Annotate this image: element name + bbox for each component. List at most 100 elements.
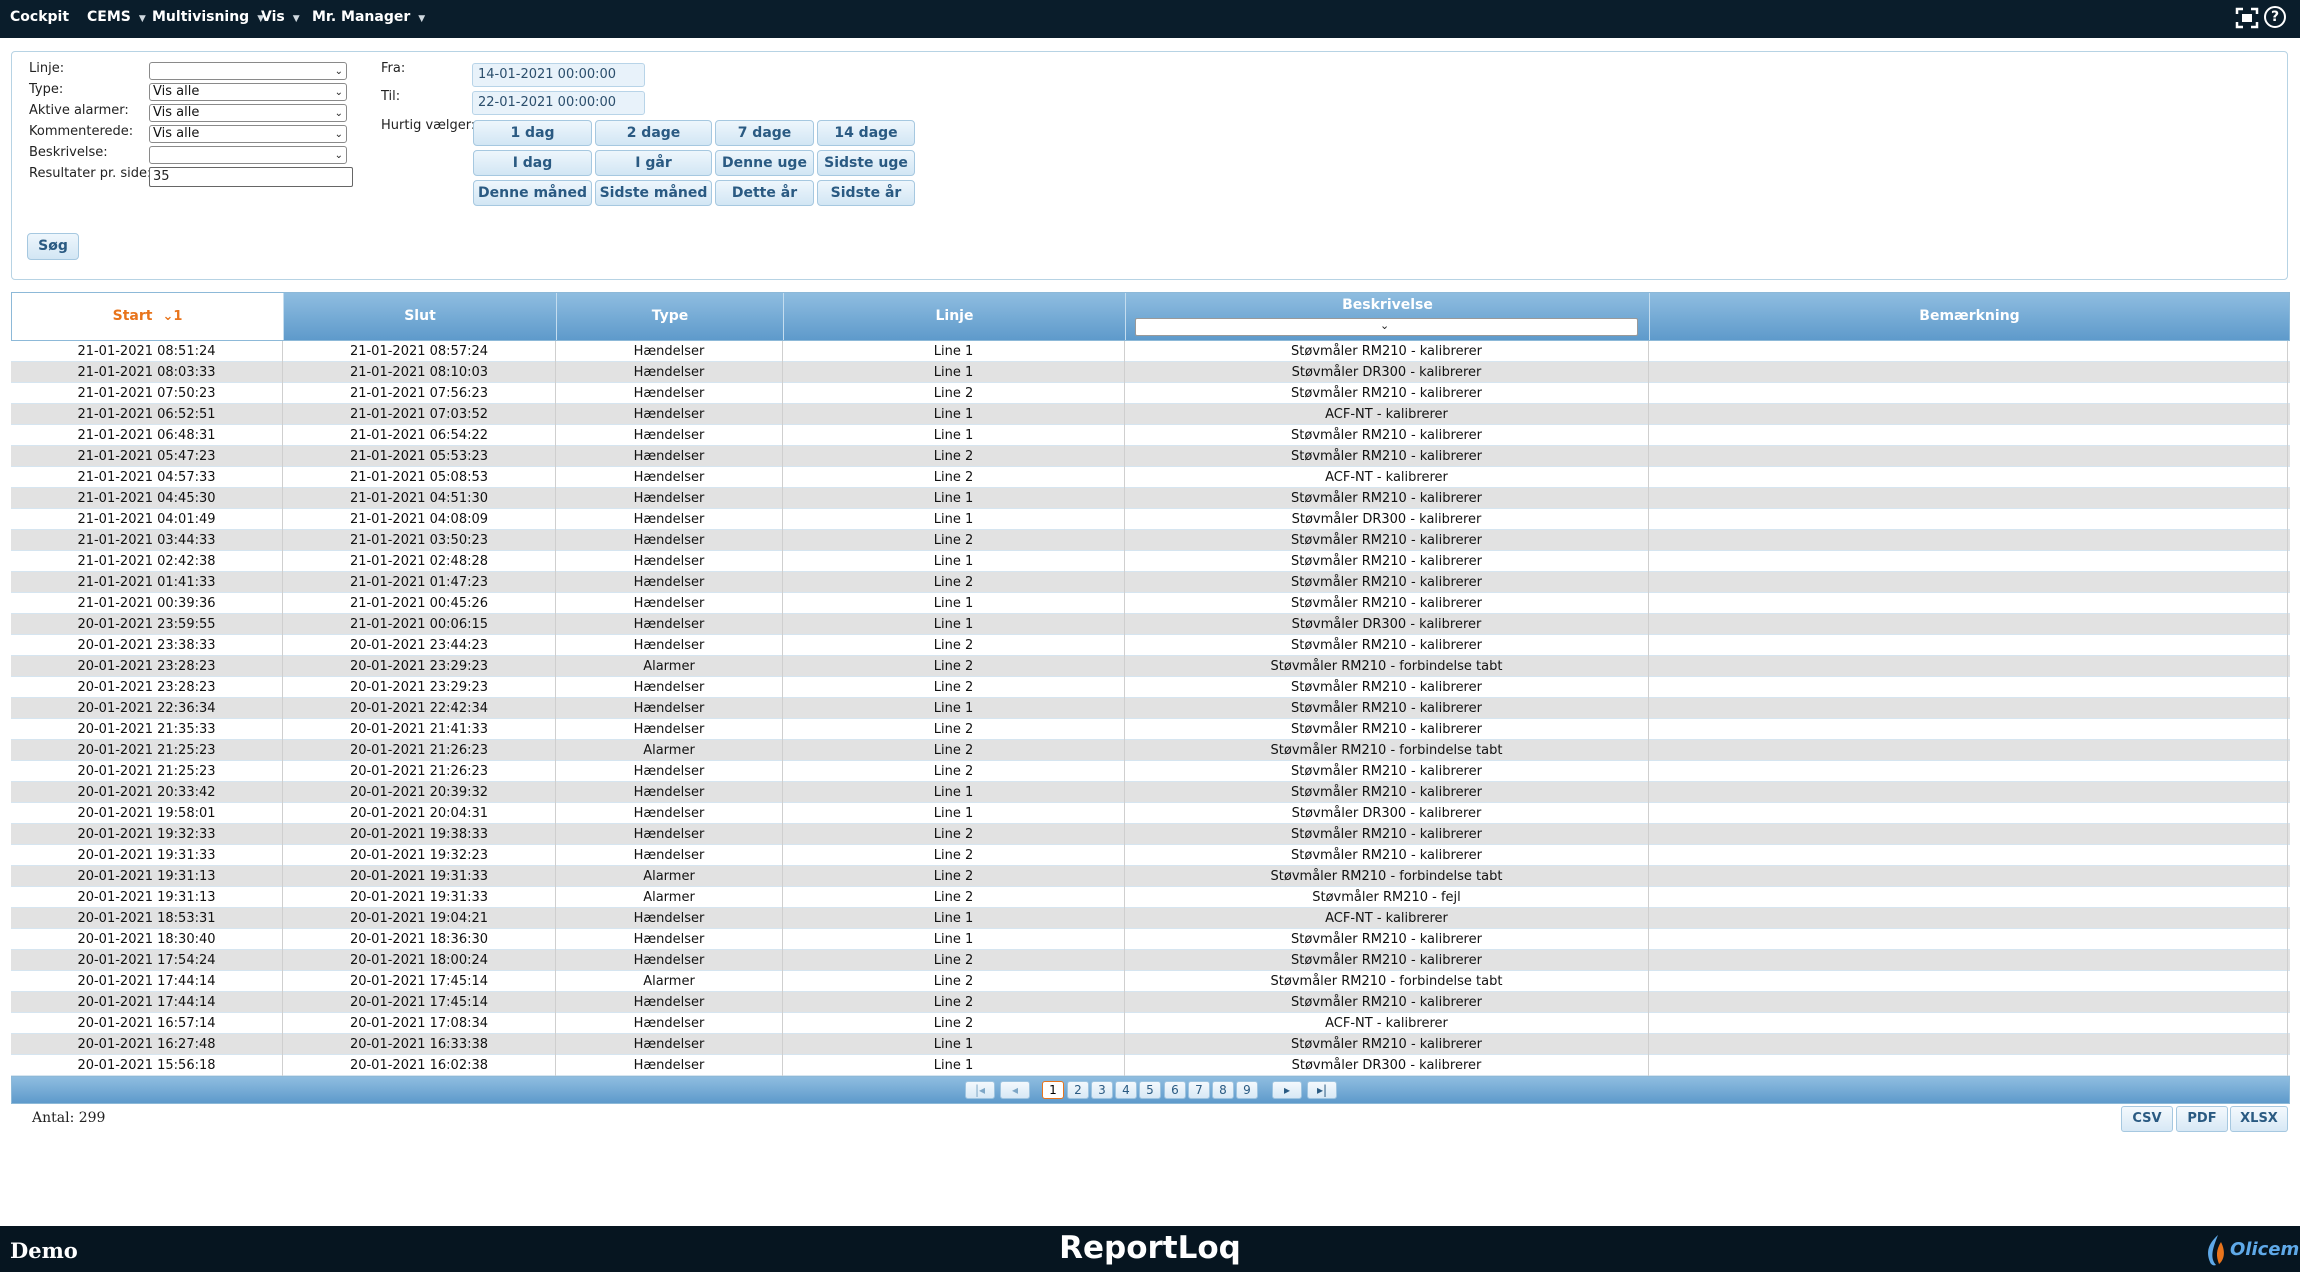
quick-14-days-button[interactable]: 14 dage xyxy=(817,120,915,146)
table-row[interactable]: 21-01-2021 02:42:38 21-01-2021 02:48:28 Hæ… xyxy=(11,551,2290,572)
quick-7-days-button[interactable]: 7 dage xyxy=(715,120,814,146)
table-row[interactable]: 21-01-2021 06:52:51 21-01-2021 07:03:52 Hæ… xyxy=(11,404,2290,425)
nav-menu-vis[interactable]: Vis ▼ xyxy=(261,0,300,38)
table-row[interactable]: 21-01-2021 04:45:30 21-01-2021 04:51:30 Hæ… xyxy=(11,488,2290,509)
cell-end: 21-01-2021 05:53:23 xyxy=(283,446,556,467)
pager-prev-button[interactable]: ◂ xyxy=(1000,1081,1030,1099)
table-row[interactable]: 20-01-2021 21:25:23 20-01-2021 21:26:23 Al… xyxy=(11,740,2290,761)
description-filter-label: Beskrivelse: xyxy=(29,145,108,160)
line-select[interactable]: ⌄ xyxy=(149,62,347,80)
chevron-down-icon: ⌄ xyxy=(334,129,343,140)
commented-select[interactable]: Vis alle ⌄ xyxy=(149,125,347,143)
table-row[interactable]: 20-01-2021 17:54:24 20-01-2021 18:00:24 Hæ… xyxy=(11,950,2290,971)
table-row[interactable]: 21-01-2021 04:57:33 21-01-2021 05:08:53 Hæ… xyxy=(11,467,2290,488)
table-row[interactable]: 21-01-2021 05:47:23 21-01-2021 05:53:23 Hæ… xyxy=(11,446,2290,467)
export-pdf-button[interactable]: PDF xyxy=(2176,1106,2228,1132)
table-row[interactable]: 21-01-2021 07:50:23 21-01-2021 07:56:23 Hæ… xyxy=(11,383,2290,404)
pager-first-button[interactable]: |◂ xyxy=(965,1081,995,1099)
pager-page-3[interactable]: 3 xyxy=(1091,1081,1113,1099)
nav-menu-multivisning[interactable]: Multivisning ▼ xyxy=(152,0,264,38)
table-row[interactable]: 21-01-2021 08:51:24 21-01-2021 08:57:24 Hæ… xyxy=(11,341,2290,362)
column-header-remark[interactable]: Bemærkning xyxy=(1650,293,2289,340)
cell-remark xyxy=(1649,971,2288,992)
table-row[interactable]: 21-01-2021 08:03:33 21-01-2021 08:10:03 Hæ… xyxy=(11,362,2290,383)
quick-this-month-button[interactable]: Denne måned xyxy=(473,180,592,206)
column-header-end[interactable]: Slut xyxy=(284,293,557,340)
table-row[interactable]: 20-01-2021 23:28:23 20-01-2021 23:29:23 Al… xyxy=(11,656,2290,677)
table-row[interactable]: 20-01-2021 19:31:33 20-01-2021 19:32:23 Hæ… xyxy=(11,845,2290,866)
cell-line: Line 1 xyxy=(783,425,1125,446)
nav-menu-user[interactable]: Mr. Manager ▼ xyxy=(312,0,425,38)
table-row[interactable]: 20-01-2021 22:36:34 20-01-2021 22:42:34 Hæ… xyxy=(11,698,2290,719)
table-row[interactable]: 21-01-2021 06:48:31 21-01-2021 06:54:22 Hæ… xyxy=(11,425,2290,446)
pager-page-5[interactable]: 5 xyxy=(1139,1081,1161,1099)
quick-last-year-button[interactable]: Sidste år xyxy=(817,180,915,206)
table-row[interactable]: 21-01-2021 04:01:49 21-01-2021 04:08:09 Hæ… xyxy=(11,509,2290,530)
nav-menu-cems[interactable]: CEMS ▼ xyxy=(87,0,146,38)
export-csv-button[interactable]: CSV xyxy=(2121,1106,2173,1132)
pager-page-7[interactable]: 7 xyxy=(1188,1081,1210,1099)
cell-description: Støvmåler RM210 - kalibrerer xyxy=(1125,824,1649,845)
pager-page-6[interactable]: 6 xyxy=(1164,1081,1186,1099)
table-row[interactable]: 21-01-2021 01:41:33 21-01-2021 01:47:23 Hæ… xyxy=(11,572,2290,593)
pager-page-8[interactable]: 8 xyxy=(1212,1081,1234,1099)
pager-next-button[interactable]: ▸ xyxy=(1272,1081,1302,1099)
table-row[interactable]: 20-01-2021 23:28:23 20-01-2021 23:29:23 Hæ… xyxy=(11,677,2290,698)
pager-page-9[interactable]: 9 xyxy=(1236,1081,1258,1099)
active-alarms-value: Vis alle xyxy=(153,105,200,120)
table-row[interactable]: 20-01-2021 19:32:33 20-01-2021 19:38:33 Hæ… xyxy=(11,824,2290,845)
table-row[interactable]: 20-01-2021 15:56:18 20-01-2021 16:02:38 Hæ… xyxy=(11,1055,2290,1076)
table-row[interactable]: 20-01-2021 19:58:01 20-01-2021 20:04:31 Hæ… xyxy=(11,803,2290,824)
cell-remark xyxy=(1649,866,2288,887)
cell-line: Line 2 xyxy=(783,845,1125,866)
table-row[interactable]: 20-01-2021 21:35:33 20-01-2021 21:41:33 Hæ… xyxy=(11,719,2290,740)
type-select[interactable]: Vis alle ⌄ xyxy=(149,83,347,101)
results-per-page-input[interactable]: 35 xyxy=(149,167,353,187)
cell-description: ACF-NT - kalibrerer xyxy=(1125,908,1649,929)
quick-1-day-button[interactable]: 1 dag xyxy=(473,120,592,146)
table-row[interactable]: 21-01-2021 03:44:33 21-01-2021 03:50:23 Hæ… xyxy=(11,530,2290,551)
active-alarms-label: Aktive alarmer: xyxy=(29,103,129,118)
export-xlsx-button[interactable]: XLSX xyxy=(2230,1106,2288,1132)
quick-this-week-button[interactable]: Denne uge xyxy=(715,150,814,176)
search-button[interactable]: Søg xyxy=(27,233,79,260)
column-header-start[interactable]: Start ⌄1 xyxy=(12,293,284,340)
table-row[interactable]: 20-01-2021 16:57:14 20-01-2021 17:08:34 Hæ… xyxy=(11,1013,2290,1034)
pager-page-1[interactable]: 1 xyxy=(1042,1081,1064,1099)
table-row[interactable]: 20-01-2021 17:44:14 20-01-2021 17:45:14 Hæ… xyxy=(11,992,2290,1013)
to-date-field[interactable]: 22-01-2021 00:00:00 xyxy=(472,91,645,115)
chevron-down-icon: ⌄ xyxy=(334,66,343,77)
quick-last-month-button[interactable]: Sidste måned xyxy=(595,180,712,206)
pager-page-2[interactable]: 2 xyxy=(1067,1081,1089,1099)
type-filter-label: Type: xyxy=(29,82,64,97)
from-date-field[interactable]: 14-01-2021 00:00:00 xyxy=(472,63,645,87)
quick-2-days-button[interactable]: 2 dage xyxy=(595,120,712,146)
table-row[interactable]: 20-01-2021 18:30:40 20-01-2021 18:36:30 Hæ… xyxy=(11,929,2290,950)
nav-brand-cockpit[interactable]: Cockpit xyxy=(10,0,69,38)
quick-yesterday-button[interactable]: I går xyxy=(595,150,712,176)
pager-last-button[interactable]: ▸| xyxy=(1307,1081,1337,1099)
quick-today-button[interactable]: I dag xyxy=(473,150,592,176)
table-row[interactable]: 20-01-2021 20:33:42 20-01-2021 20:39:32 Hæ… xyxy=(11,782,2290,803)
help-icon[interactable]: ? xyxy=(2264,6,2286,28)
quick-this-year-button[interactable]: Dette år xyxy=(715,180,814,206)
table-row[interactable]: 20-01-2021 23:59:55 21-01-2021 00:06:15 Hæ… xyxy=(11,614,2290,635)
active-alarms-select[interactable]: Vis alle ⌄ xyxy=(149,104,347,122)
table-row[interactable]: 20-01-2021 21:25:23 20-01-2021 21:26:23 Hæ… xyxy=(11,761,2290,782)
description-select[interactable]: ⌄ xyxy=(149,146,347,164)
table-row[interactable]: 20-01-2021 23:38:33 20-01-2021 23:44:23 Hæ… xyxy=(11,635,2290,656)
table-row[interactable]: 20-01-2021 19:31:13 20-01-2021 19:31:33 Al… xyxy=(11,866,2290,887)
table-row[interactable]: 20-01-2021 19:31:13 20-01-2021 19:31:33 Al… xyxy=(11,887,2290,908)
table-row[interactable]: 20-01-2021 18:53:31 20-01-2021 19:04:21 Hæ… xyxy=(11,908,2290,929)
pager-page-4[interactable]: 4 xyxy=(1115,1081,1137,1099)
fullscreen-icon[interactable] xyxy=(2235,7,2259,29)
description-column-filter-select[interactable]: ⌄ xyxy=(1135,318,1638,336)
column-header-line[interactable]: Linje xyxy=(784,293,1126,340)
quick-last-week-button[interactable]: Sidste uge xyxy=(817,150,915,176)
cell-description: Støvmåler RM210 - kalibrerer xyxy=(1125,572,1649,593)
table-row[interactable]: 20-01-2021 17:44:14 20-01-2021 17:45:14 Al… xyxy=(11,971,2290,992)
table-row[interactable]: 20-01-2021 16:27:48 20-01-2021 16:33:38 Hæ… xyxy=(11,1034,2290,1055)
table-row[interactable]: 21-01-2021 00:39:36 21-01-2021 00:45:26 Hæ… xyxy=(11,593,2290,614)
column-header-type[interactable]: Type xyxy=(557,293,784,340)
sort-desc-icon: ⌄1 xyxy=(162,309,183,324)
